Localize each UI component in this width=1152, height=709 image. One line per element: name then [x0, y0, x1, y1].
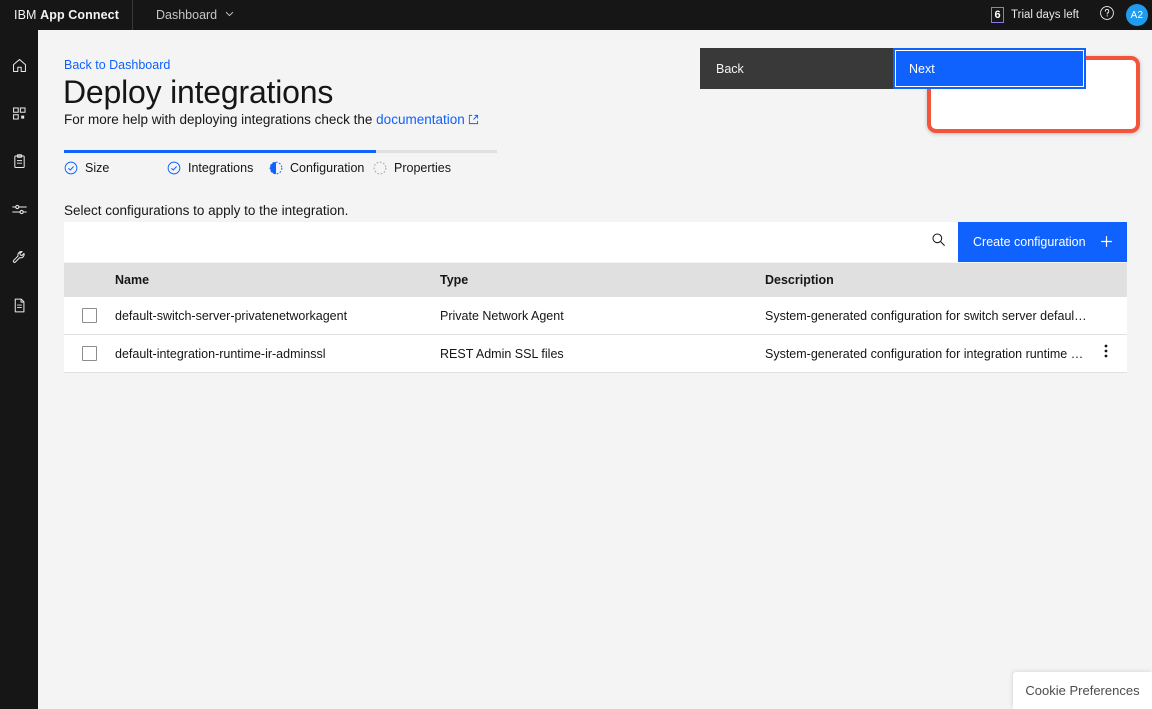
page-subtitle: For more help with deploying integration… — [64, 112, 479, 128]
document-icon — [11, 297, 28, 314]
sidebar-item-catalog[interactable] — [0, 96, 38, 130]
dashboard-nav-label: Dashboard — [155, 8, 218, 22]
trial-status: 6 Trial days left — [991, 7, 1092, 23]
external-link-icon — [468, 113, 479, 128]
row-name: default-integration-runtime-ir-adminssl — [115, 346, 326, 361]
row-type: Private Network Agent — [440, 308, 564, 323]
home-icon — [11, 57, 28, 74]
step-label-integrations: Integrations — [188, 161, 254, 175]
help-circle-icon — [1099, 5, 1115, 26]
trial-days-label: Trial days left — [1011, 9, 1079, 21]
sliders-icon — [11, 201, 28, 218]
dashboard-nav-menu[interactable]: Dashboard — [142, 0, 249, 30]
instruction-text: Select configurations to apply to the in… — [64, 203, 349, 218]
half-filled-circle-icon — [269, 161, 283, 175]
subtitle-text: For more help with deploying integration… — [64, 112, 377, 127]
dotted-circle-icon — [373, 161, 387, 175]
search-icon — [931, 232, 946, 252]
row-checkbox[interactable] — [82, 346, 97, 361]
step-properties[interactable]: Properties — [373, 161, 451, 175]
table-toolbar: Create configuration — [64, 221, 1127, 262]
sidebar-item-dashboard[interactable] — [0, 144, 38, 178]
row-description: System-generated configuration for integ… — [765, 346, 1084, 361]
table-header-description: Description — [765, 273, 834, 287]
trial-days-count: 6 — [991, 7, 1005, 23]
chevron-down-icon — [224, 8, 235, 22]
brand-prefix: IBM — [14, 8, 37, 22]
back-to-dashboard-link[interactable]: Back to Dashboard — [64, 58, 170, 72]
sidebar-item-home[interactable] — [0, 48, 38, 82]
topbar-divider — [131, 0, 133, 30]
topbar-right-group: 6 Trial days left A2 — [991, 0, 1152, 30]
row-description: System-generated configuration for switc… — [765, 308, 1087, 323]
page-title: Deploy integrations — [63, 74, 334, 110]
brand-name: App Connect — [40, 8, 119, 22]
check-circle-icon — [167, 161, 181, 175]
step-label-properties: Properties — [394, 161, 451, 175]
avatar: A2 — [1126, 4, 1148, 26]
product-brand: IBM App Connect — [0, 8, 119, 22]
back-button[interactable]: Back — [700, 48, 893, 89]
sidebar-item-configuration[interactable] — [0, 192, 38, 226]
cookie-preferences-button[interactable]: Cookie Preferences — [1013, 672, 1152, 709]
row-select-cell — [64, 308, 115, 323]
table-row[interactable]: default-integration-runtime-ir-adminssl … — [64, 335, 1127, 373]
search-button[interactable] — [918, 222, 958, 262]
create-configuration-label: Create configuration — [973, 235, 1086, 249]
sidebar-item-logs[interactable] — [0, 288, 38, 322]
step-label-size: Size — [85, 161, 110, 175]
row-select-cell — [64, 346, 115, 361]
wrench-icon — [11, 249, 28, 266]
search-input[interactable] — [64, 221, 918, 262]
check-circle-icon — [64, 161, 78, 175]
wizard-progress-track — [64, 150, 497, 153]
table-header-name: Name — [115, 273, 150, 287]
search-bar — [64, 221, 958, 262]
row-type: REST Admin SSL files — [440, 346, 564, 361]
help-button[interactable] — [1092, 0, 1122, 30]
table-row[interactable]: default-switch-server-privatenetworkagen… — [64, 297, 1127, 335]
left-sidebar — [0, 30, 38, 709]
step-size[interactable]: Size — [64, 161, 109, 175]
clipboard-icon — [11, 153, 28, 170]
configurations-table: Name Type Description default-switch-ser… — [64, 263, 1127, 373]
apps-grid-icon — [11, 105, 28, 122]
row-checkbox[interactable] — [82, 308, 97, 323]
row-name: default-switch-server-privatenetworkagen… — [115, 308, 348, 323]
app-root: IBM App Connect Dashboard 6 Trial days l… — [0, 0, 1152, 709]
next-button-wrapper: Next — [893, 48, 1086, 89]
sidebar-item-tools[interactable] — [0, 240, 38, 274]
next-button[interactable]: Next — [893, 48, 1086, 89]
user-account-button[interactable]: A2 — [1122, 0, 1152, 30]
overflow-menu-vertical-icon — [1104, 343, 1108, 364]
row-overflow-menu-button[interactable] — [1093, 341, 1119, 367]
documentation-link[interactable]: documentation — [376, 112, 465, 127]
plus-icon — [1099, 234, 1114, 252]
create-configuration-button[interactable]: Create configuration — [958, 222, 1127, 262]
top-navigation-bar: IBM App Connect Dashboard 6 Trial days l… — [0, 0, 1152, 30]
wizard-steps: Size Integrations Configuration Properti… — [64, 161, 504, 183]
table-header-row: Name Type Description — [64, 263, 1127, 297]
step-configuration[interactable]: Configuration — [269, 161, 364, 175]
wizard-progress-fill — [64, 150, 376, 153]
wizard-action-buttons: Back Next — [700, 48, 1086, 89]
step-integrations[interactable]: Integrations — [167, 161, 253, 175]
table-header-type: Type — [440, 273, 469, 287]
step-label-configuration: Configuration — [290, 161, 365, 175]
